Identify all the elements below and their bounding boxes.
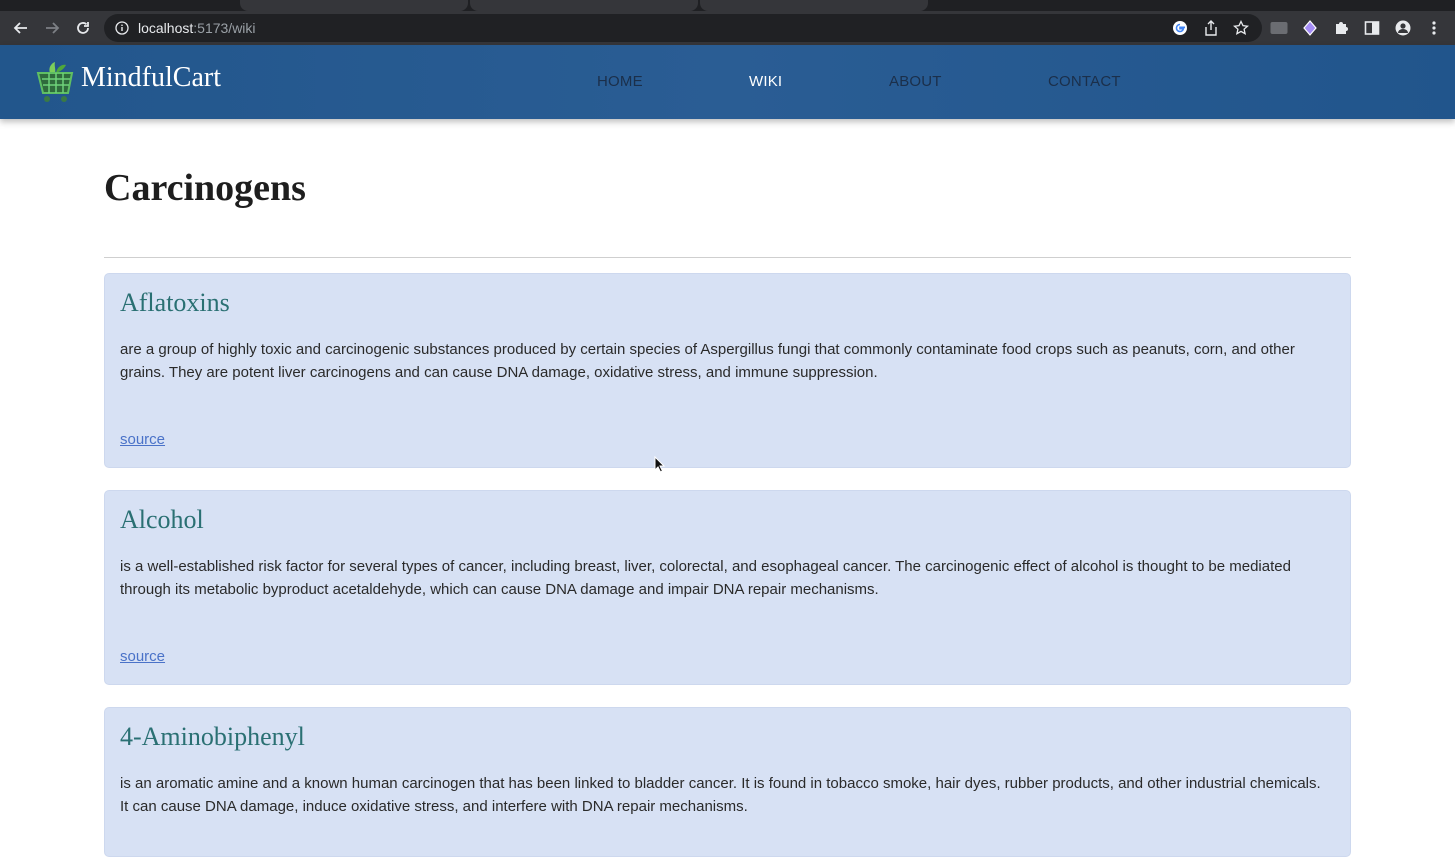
reload-icon[interactable] — [72, 17, 94, 39]
side-panel-icon[interactable] — [1363, 19, 1381, 37]
back-icon[interactable] — [10, 17, 32, 39]
card-title: Aflatoxins — [120, 288, 230, 317]
nav-contact[interactable]: CONTACT — [1048, 73, 1121, 90]
source-link[interactable]: source — [120, 648, 165, 665]
mouse-pointer-icon — [654, 455, 666, 474]
card-title: Alcohol — [120, 505, 204, 534]
extensions-puzzle-icon[interactable] — [1332, 19, 1350, 37]
browser-tab-strip — [0, 0, 1455, 11]
title-divider — [104, 257, 1351, 258]
nav-home[interactable]: HOME — [597, 73, 643, 90]
source-link[interactable]: source — [120, 431, 165, 448]
url-text: localhost:5173/wiki — [138, 20, 256, 36]
profile-avatar-icon[interactable] — [1394, 19, 1412, 37]
forward-icon[interactable] — [41, 17, 63, 39]
page-title: Carcinogens — [104, 167, 306, 209]
card-description: is an aromatic amine and a known human c… — [120, 775, 1321, 815]
brand-name[interactable]: MindfulCart — [81, 62, 221, 94]
card-title: 4-Aminobiphenyl — [120, 722, 305, 751]
url-host: localhost — [138, 20, 194, 36]
share-icon[interactable] — [1202, 19, 1220, 37]
extension-crx-icon[interactable] — [1270, 19, 1288, 37]
browser-tab[interactable] — [700, 0, 928, 11]
browser-tab[interactable] — [240, 0, 468, 11]
extension-diamond-icon[interactable] — [1301, 19, 1319, 37]
bookmark-star-icon[interactable] — [1232, 19, 1250, 37]
site-header: MindfulCart HOME WIKI ABOUT CONTACT — [0, 45, 1455, 119]
browser-toolbar: localhost:5173/wiki — [0, 11, 1455, 45]
shopping-cart-logo-icon[interactable] — [34, 59, 76, 105]
carcinogen-card: Aflatoxins are a group of highly toxic a… — [104, 273, 1351, 468]
url-path: :5173/wiki — [193, 20, 256, 36]
nav-wiki[interactable]: WIKI — [749, 73, 782, 90]
google-icon[interactable] — [1171, 19, 1189, 37]
card-description: are a group of highly toxic and carcinog… — [120, 341, 1295, 381]
nav-about[interactable]: ABOUT — [889, 73, 942, 90]
browser-tab-active[interactable] — [470, 0, 698, 11]
card-description: is a well-established risk factor for se… — [120, 558, 1291, 598]
browser-menu-icon[interactable] — [1425, 19, 1443, 37]
site-info-icon[interactable] — [114, 20, 130, 36]
carcinogen-card: 4-Aminobiphenyl is an aromatic amine and… — [104, 707, 1351, 857]
address-bar[interactable]: localhost:5173/wiki — [104, 14, 1262, 42]
carcinogen-card: Alcohol is a well-established risk facto… — [104, 490, 1351, 685]
